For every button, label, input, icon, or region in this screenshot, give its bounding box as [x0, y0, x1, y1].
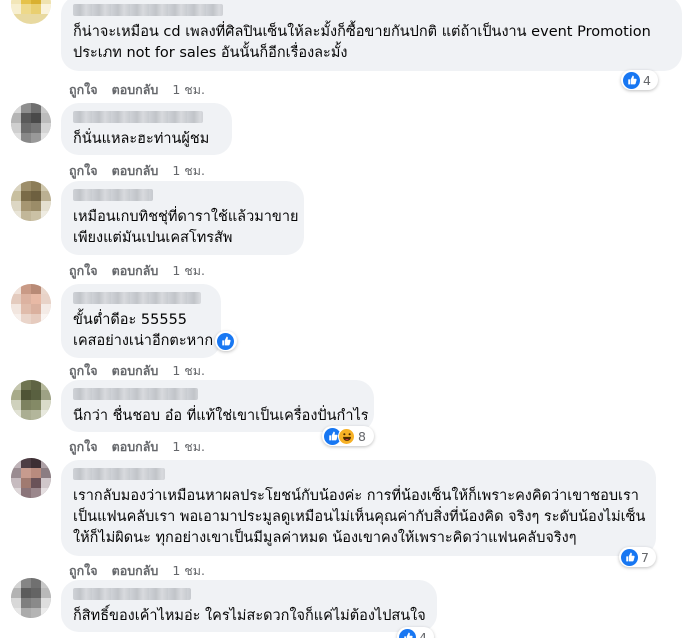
reaction-summary[interactable]: 4 — [621, 70, 658, 90]
avatar[interactable] — [11, 103, 51, 143]
comment-actions: ถูกใจ ตอบกลับ 1 ชม. — [69, 361, 205, 381]
reaction-summary[interactable]: 7 — [619, 547, 656, 567]
timestamp[interactable]: 1 ชม. — [172, 361, 205, 381]
timestamp[interactable]: 1 ชม. — [172, 437, 205, 457]
commenter-name-blurred[interactable] — [73, 189, 153, 201]
comment-text-line: เคสอย่างเน่าอีกตะหาก — [73, 333, 214, 349]
reply-button[interactable]: ตอบกลับ — [112, 437, 159, 457]
comment-text-line: ก็น่าจะเหมือน cd เพลงที่ศิลปินเซ็นให้ละม… — [73, 24, 651, 40]
comment-text-line: นีกว่า ชื่นชอบ อ๋อ ที่แท้ใช่เขาเป็นเครื่… — [73, 408, 369, 424]
commenter-name-blurred[interactable] — [73, 388, 198, 400]
comment-actions: ถูกใจ ตอบกลับ 1 ชม. — [69, 561, 205, 581]
comment-text-line: ขั้นต่ำดีอะ 55555 — [73, 312, 188, 328]
comment-text-line: เพียงแต่มันเปนเคสโทรสัพ — [73, 230, 233, 246]
timestamp[interactable]: 1 ชม. — [172, 80, 205, 100]
reaction-summary[interactable] — [215, 331, 237, 351]
avatar[interactable] — [11, 380, 51, 420]
avatar[interactable] — [11, 0, 51, 24]
reaction-summary[interactable]: 8 — [322, 426, 374, 446]
reply-button[interactable]: ตอบกลับ — [112, 161, 159, 181]
comment-actions: ถูกใจ ตอบกลับ 1 ชม. — [69, 161, 205, 181]
reaction-count: 7 — [641, 549, 649, 565]
like-button[interactable]: ถูกใจ — [69, 80, 98, 100]
comment-bubble: ขั้นต่ำดีอะ 55555 เคสอย่างเน่าอีกตะหาก — [61, 284, 221, 358]
like-button[interactable]: ถูกใจ — [69, 161, 98, 181]
reply-button[interactable]: ตอบกลับ — [112, 561, 159, 581]
commenter-name-blurred[interactable] — [73, 111, 203, 123]
comment-text-line: ก็สิทธิ์ของเค้าไหมอ่ะ ใครไม่สะดวกใจก็แค่… — [73, 608, 426, 624]
timestamp[interactable]: 1 ชม. — [172, 261, 205, 281]
commenter-name-blurred[interactable] — [73, 292, 201, 304]
commenter-name-blurred[interactable] — [73, 588, 191, 600]
reaction-summary[interactable]: 4 — [397, 627, 434, 638]
reaction-count: 4 — [643, 72, 651, 88]
comment-text-line: ประเภท not for sales อันนั้นก็อีกเรื่องล… — [73, 45, 348, 61]
avatar[interactable] — [11, 458, 51, 498]
reaction-count: 4 — [419, 629, 427, 638]
comment-actions: ถูกใจ ตอบกลับ 1 ชม. — [69, 80, 205, 100]
reaction-count: 8 — [358, 428, 366, 444]
avatar[interactable] — [11, 578, 51, 618]
like-icon — [217, 332, 234, 350]
haha-icon — [338, 427, 355, 445]
avatar[interactable] — [11, 181, 51, 221]
comment-text-line: เรากลับมองว่าเหมือนหาผลประโยชน์กับน้องค่… — [73, 488, 639, 504]
timestamp[interactable]: 1 ชม. — [172, 561, 205, 581]
comment-actions: ถูกใจ ตอบกลับ 1 ชม. — [69, 437, 205, 457]
like-icon — [399, 628, 416, 638]
like-button[interactable]: ถูกใจ — [69, 361, 98, 381]
like-icon — [621, 548, 638, 566]
avatar[interactable] — [11, 284, 51, 324]
comment-bubble: เหมือนเกบทิชชุ่ที่ดาราใช้แล้วมาขาย เพียง… — [61, 181, 304, 255]
like-icon — [623, 71, 640, 89]
comment-text-line: เป็นแฟนคลับเรา พอเอามาประมูลดูเหมือนไม่เ… — [73, 509, 646, 525]
like-button[interactable]: ถูกใจ — [69, 437, 98, 457]
reply-button[interactable]: ตอบกลับ — [112, 80, 159, 100]
comment-bubble: เรากลับมองว่าเหมือนหาผลประโยชน์กับน้องค่… — [61, 460, 656, 556]
comment-text-line: ให้ก็ไม่ผิดนะ ทุกอย่างเขาเป็นมีมูลค่าหมด… — [73, 530, 577, 546]
comment-bubble: นีกว่า ชื่นชอบ อ๋อ ที่แท้ใช่เขาเป็นเครื่… — [61, 380, 374, 432]
like-button[interactable]: ถูกใจ — [69, 261, 98, 281]
timestamp[interactable]: 1 ชม. — [172, 161, 205, 181]
commenter-name-blurred[interactable] — [73, 468, 165, 480]
comment-bubble: ก็นั่นแหละฮะท่านผู้ชม — [61, 103, 232, 155]
like-button[interactable]: ถูกใจ — [69, 561, 98, 581]
comment-bubble: ก็น่าจะเหมือน cd เพลงที่ศิลปินเซ็นให้ละม… — [61, 0, 682, 71]
reply-button[interactable]: ตอบกลับ — [112, 261, 159, 281]
reply-button[interactable]: ตอบกลับ — [112, 361, 159, 381]
comment-text-line: เหมือนเกบทิชชุ่ที่ดาราใช้แล้วมาขาย — [73, 209, 299, 225]
comment-text-line: ก็นั่นแหละฮะท่านผู้ชม — [73, 131, 210, 147]
comment-bubble: ก็สิทธิ์ของเค้าไหมอ่ะ ใครไม่สะดวกใจก็แค่… — [61, 580, 437, 632]
commenter-name-blurred[interactable] — [73, 4, 223, 16]
comment-actions: ถูกใจ ตอบกลับ 1 ชม. — [69, 261, 205, 281]
